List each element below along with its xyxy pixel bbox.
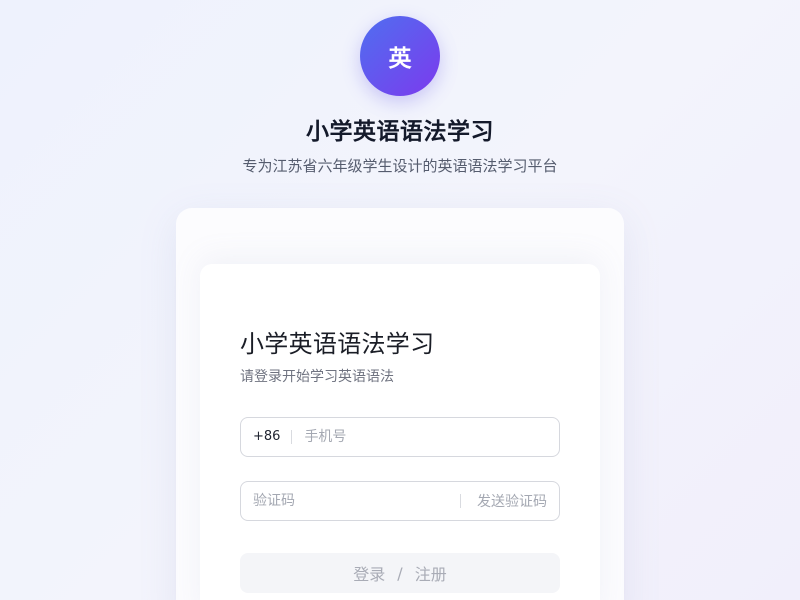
country-code-prefix[interactable]: +86: [241, 430, 293, 444]
phone-field[interactable]: +86: [240, 417, 560, 457]
logo-glyph: 英: [388, 46, 412, 72]
code-field[interactable]: 发送验证码: [240, 481, 560, 521]
label-separator: /: [397, 563, 403, 583]
app-title: 小学英语语法学习: [306, 119, 494, 145]
login-register-button[interactable]: 登录 / 注册: [240, 553, 560, 593]
form-subtitle: 请登录开始学习英语语法: [240, 369, 394, 385]
login-label: 登录: [353, 565, 386, 584]
form-title: 小学英语语法学习: [240, 330, 435, 358]
verification-code-input[interactable]: [241, 482, 460, 520]
phone-input[interactable]: [292, 418, 559, 456]
app-subtitle: 专为江苏省六年级学生设计的英语语法学习平台: [242, 157, 558, 175]
app-logo: 英: [360, 16, 440, 96]
register-label: 注册: [414, 565, 447, 584]
send-code-button[interactable]: 发送验证码: [461, 491, 559, 511]
